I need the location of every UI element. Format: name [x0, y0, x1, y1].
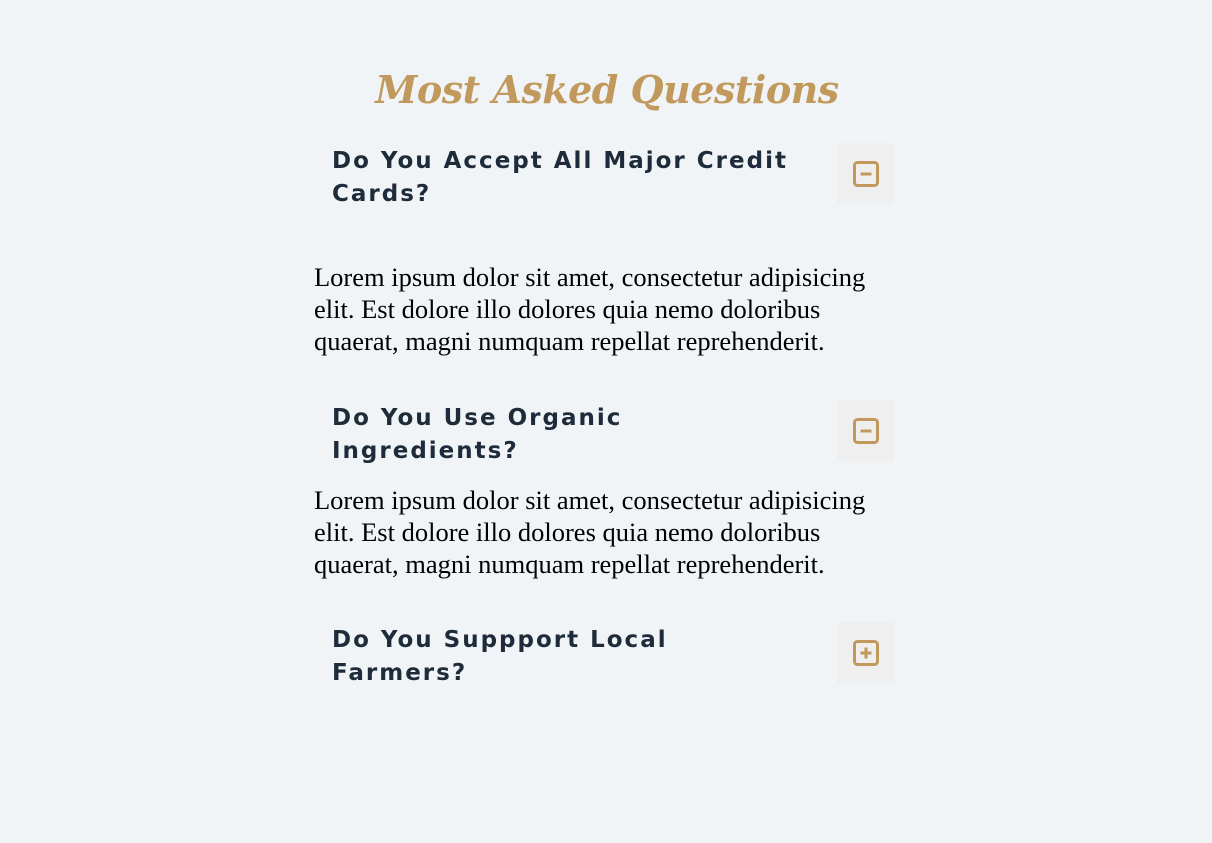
faq-question[interactable]: Do You Use Organic Ingredients?	[314, 402, 802, 468]
faq-question-row[interactable]: Do You Accept All Major Credit Cards?	[314, 143, 894, 211]
collapse-toggle-button[interactable]	[837, 400, 894, 461]
faq-question-row[interactable]: Do You Use Organic Ingredients?	[314, 400, 894, 468]
collapse-toggle-button[interactable]	[837, 143, 894, 204]
faq-item: Do You Accept All Major Credit Cards? Lo…	[314, 143, 894, 357]
minus-square-icon	[852, 417, 879, 444]
faq-title: Most Asked Questions	[375, 67, 839, 112]
faq-section: Most Asked Questions Do You Accept All M…	[314, 55, 894, 690]
plus-square-icon	[852, 639, 879, 666]
faq-item: Do You Use Organic Ingredients? Lorem ip…	[314, 400, 894, 580]
faq-question[interactable]: Do You Suppport Local Farmers?	[314, 624, 802, 690]
faq-answer: Lorem ipsum dolor sit amet, consectetur …	[314, 262, 866, 356]
minus-square-icon	[852, 160, 879, 187]
faq-answer: Lorem ipsum dolor sit amet, consectetur …	[314, 485, 866, 579]
expand-toggle-button[interactable]	[837, 622, 894, 683]
faq-question-row[interactable]: Do You Suppport Local Farmers?	[314, 622, 894, 690]
faq-question[interactable]: Do You Accept All Major Credit Cards?	[314, 145, 802, 211]
faq-item: Do You Suppport Local Farmers?	[314, 622, 894, 690]
